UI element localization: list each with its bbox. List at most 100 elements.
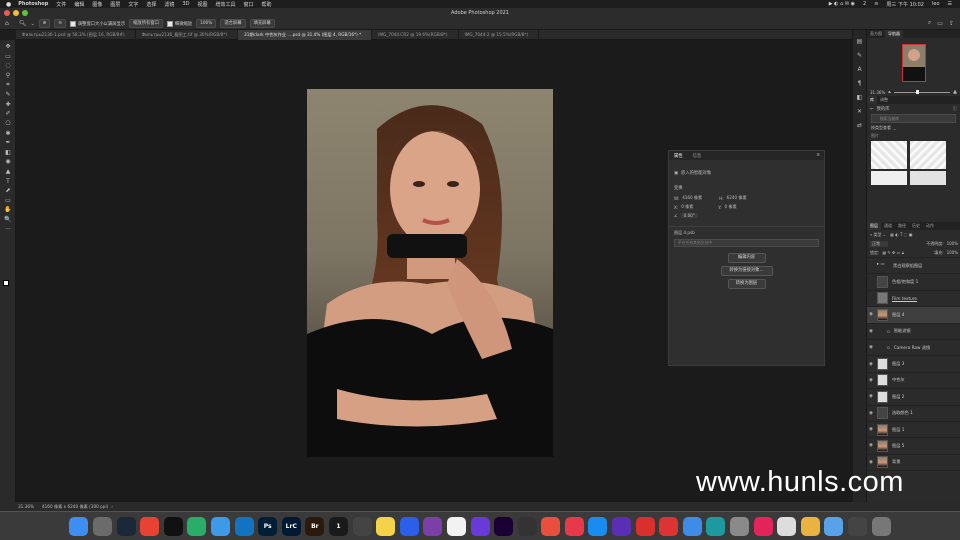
- tool-icon[interactable]: ✥: [0, 42, 16, 52]
- library-search-input[interactable]: 搜索当前库: [871, 114, 956, 123]
- fill-screen-button[interactable]: 填充屏幕: [249, 19, 275, 28]
- menu-item[interactable]: 图像: [92, 1, 102, 8]
- layer-row[interactable]: ◉ ▫ Camera Raw 滤镜: [867, 340, 960, 357]
- library-item[interactable]: [910, 141, 946, 169]
- dock-app-cc-icon[interactable]: [753, 516, 773, 536]
- dock-app-appstore-icon[interactable]: [588, 516, 608, 536]
- navigator-preview[interactable]: [867, 38, 960, 88]
- dock-app-steam-icon[interactable]: [116, 516, 136, 536]
- tool-icon[interactable]: ▲: [0, 167, 16, 177]
- dock-app-screen-icon[interactable]: [848, 516, 867, 536]
- dock-app-fcp-icon[interactable]: [517, 516, 537, 536]
- layer-row[interactable]: ◉ 图层 2: [867, 389, 960, 406]
- resize-windows-option[interactable]: 调整窗口大小以满屏显示: [69, 20, 125, 27]
- dock-app-trash-icon[interactable]: [871, 516, 891, 536]
- library-item[interactable]: [871, 171, 907, 185]
- paragraph-icon[interactable]: ¶: [858, 80, 862, 87]
- zoom-in-icon[interactable]: ⊕: [38, 19, 51, 28]
- visibility-eye-icon[interactable]: ◉: [867, 362, 875, 367]
- dock-app-word-icon[interactable]: [706, 516, 726, 536]
- menu-item[interactable]: 编辑: [74, 1, 84, 8]
- tool-icon[interactable]: ◉: [0, 157, 16, 167]
- menu-item[interactable]: 图层: [110, 1, 120, 8]
- library-info-icon[interactable]: ⓘ: [953, 106, 957, 112]
- filter-kind-icon[interactable]: ⌕ 类型 ⌄: [870, 232, 886, 238]
- edit-contents-button[interactable]: 编辑内容: [727, 253, 766, 263]
- dock-app-br-icon[interactable]: Br: [305, 516, 325, 536]
- tool-icon[interactable]: ◧: [0, 148, 16, 158]
- tool-icon[interactable]: T: [0, 176, 16, 186]
- dock-app-chrome-icon[interactable]: [140, 516, 160, 536]
- tool-icon[interactable]: ✐: [0, 109, 16, 119]
- dock-app-folder-icon[interactable]: [824, 516, 844, 536]
- histogram-icon[interactable]: ▤: [857, 38, 863, 45]
- menu-item[interactable]: 视图: [197, 1, 207, 8]
- layer-row[interactable]: ◉ 图层 5: [867, 438, 960, 455]
- fill-field[interactable]: 100%: [947, 250, 958, 255]
- tool-icon[interactable]: 🔍: [0, 215, 16, 225]
- filter-icons[interactable]: ▦ ◐ T ⬚ ▣: [890, 232, 912, 237]
- tab-info[interactable]: 信息: [688, 153, 707, 159]
- visibility-eye-icon[interactable]: ◉: [867, 460, 875, 465]
- library-item[interactable]: [910, 171, 946, 185]
- layers-tab[interactable]: 通道: [881, 222, 895, 230]
- visibility-eye-icon[interactable]: ◉: [867, 312, 875, 317]
- dock-app-music-icon[interactable]: [564, 516, 584, 536]
- dock-app-photos-icon[interactable]: [446, 516, 466, 536]
- tab-properties[interactable]: 属性: [669, 153, 688, 159]
- document-tab[interactable]: IMG_7044.CR2 @ 19.6%(RGB/8*): [372, 29, 459, 40]
- dock-app-prefs-icon[interactable]: [730, 516, 750, 536]
- apple-icon[interactable]: ●: [6, 1, 11, 8]
- dock-app-netease-icon[interactable]: [635, 516, 655, 536]
- zoom-all-windows-option[interactable]: 缩放所有窗口: [129, 19, 163, 28]
- width-field[interactable]: 4160 像素: [682, 195, 706, 201]
- document-tab[interactable]: IMG_7044-2 @ 15.5%(RGB/8*): [459, 29, 540, 40]
- layer-row[interactable]: 色相/饱和度 1: [867, 274, 960, 291]
- linked-file-field[interactable]: 不在任何其他文档中: [674, 239, 819, 247]
- tab-navigator[interactable]: 导航器: [885, 30, 903, 38]
- dock-app-notes2-icon[interactable]: [777, 516, 797, 536]
- dock-app-redapp-icon[interactable]: [659, 516, 679, 536]
- zoom-out-small-icon[interactable]: ▴: [888, 89, 891, 95]
- layers-tab[interactable]: 路径: [895, 222, 909, 230]
- dock-app-wechat-icon[interactable]: [187, 516, 207, 536]
- blend-mode-select[interactable]: 正常: [870, 240, 888, 247]
- dock-app-weibo-icon[interactable]: [210, 516, 230, 536]
- library-sort[interactable]: 按类型查看 ⌄: [867, 123, 960, 133]
- layer-row[interactable]: ◉ 中性灰: [867, 373, 960, 390]
- convert-linked-button[interactable]: 转换为链接对象...: [720, 266, 773, 276]
- menu-item[interactable]: 帮助: [261, 1, 271, 8]
- visibility-eye-icon[interactable]: ◉: [867, 427, 875, 432]
- visibility-eye-icon[interactable]: ◉: [867, 329, 875, 334]
- dock-app-affinity-icon[interactable]: [470, 516, 490, 536]
- tab-libraries[interactable]: 库: [867, 96, 877, 104]
- character-icon[interactable]: A: [857, 66, 861, 73]
- swatches-icon[interactable]: ◧: [857, 94, 863, 101]
- menu-item[interactable]: 文件: [56, 1, 66, 8]
- menu-item[interactable]: 3D: [182, 1, 189, 7]
- menu-item[interactable]: 选择: [146, 1, 156, 8]
- layer-row[interactable]: ◉ 图层 4: [867, 307, 960, 324]
- tool-icon[interactable]: ◌: [0, 61, 16, 71]
- dock-app-qq-icon[interactable]: [163, 516, 183, 536]
- wifi-icon[interactable]: ≋: [874, 1, 878, 7]
- opacity-field[interactable]: 100%: [947, 241, 958, 246]
- layer-row[interactable]: ▸ ▭ 黑白观察组图层: [867, 258, 960, 275]
- library-item[interactable]: [871, 141, 907, 169]
- tools-x-icon[interactable]: ✕: [857, 108, 862, 115]
- zoom-100-button[interactable]: 100%: [196, 19, 217, 28]
- tab-adjustments[interactable]: 调整: [877, 96, 891, 104]
- menu-item[interactable]: 滤镜: [164, 1, 174, 8]
- zoom-tool-icon[interactable]: 🔍︎: [19, 20, 27, 27]
- tab-histogram[interactable]: 直方图: [867, 30, 885, 38]
- layer-row[interactable]: ◉ ▫ 智能滤镜: [867, 324, 960, 340]
- dock-app-finder-icon[interactable]: [69, 516, 89, 536]
- adjustments-icon[interactable]: ⇄: [857, 122, 862, 129]
- my-library-label[interactable]: 我的库: [877, 106, 890, 112]
- scrubby-zoom-option[interactable]: 细微缩放: [166, 20, 192, 27]
- tool-icon[interactable]: ✎: [0, 90, 16, 100]
- tool-icon[interactable]: ⬈: [0, 186, 16, 196]
- menu-item[interactable]: 窗口: [243, 1, 253, 8]
- tool-icon[interactable]: ✱: [0, 128, 16, 138]
- height-field[interactable]: 6240 像素: [727, 195, 747, 201]
